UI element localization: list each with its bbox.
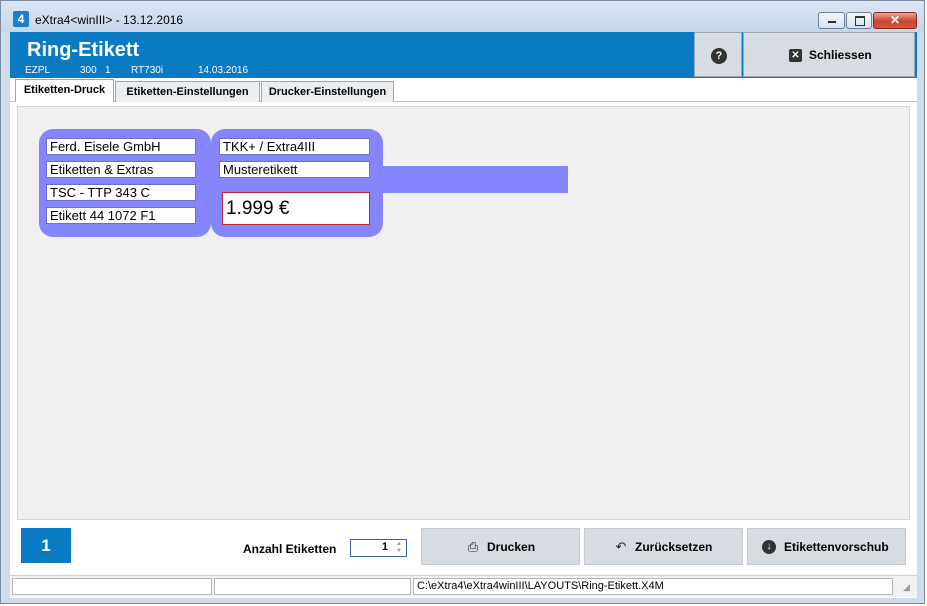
app-icon: 4 <box>13 11 29 27</box>
print-button-label: Drucken <box>487 540 536 554</box>
status-bar: C:\eXtra4\eXtra4winIII\LAYOUTS\Ring-Etik… <box>10 575 917 597</box>
help-button[interactable]: ? <box>694 32 742 77</box>
reset-button[interactable]: ↶ Zurücksetzen <box>584 528 743 565</box>
minimize-icon <box>828 21 836 23</box>
printer-language: EZPL <box>25 65 51 76</box>
print-button[interactable]: ⎙ Drucken <box>421 528 580 565</box>
client-area: Ring-Etikett EZPL 300 1 RT730i 14.03.201… <box>10 32 917 598</box>
close-icon: ✕ <box>889 13 901 27</box>
label-preview-panel: Ferd. Eisele GmbH Etiketten & Extras TSC… <box>17 106 910 520</box>
window-title: eXtra4<winIII> - 13.12.2016 <box>35 13 184 27</box>
close-button-label: Schliessen <box>809 48 872 62</box>
status-file-path: C:\eXtra4\eXtra4winIII\LAYOUTS\Ring-Etik… <box>413 578 893 595</box>
help-icon: ? <box>711 48 727 64</box>
tab-drucker-einstellungen[interactable]: Drucker-Einstellungen <box>261 81 394 102</box>
label-line-product[interactable]: TKK+ / Extra4III <box>219 138 370 155</box>
tab-etiketten-einstellungen[interactable]: Etiketten-Einstellungen <box>115 81 260 102</box>
label-count-value: 1 <box>381 541 388 553</box>
page-title: Ring-Etikett <box>27 39 140 61</box>
title-bar[interactable]: 4 eXtra4<winIII> - 13.12.2016 ✕ <box>1 1 924 32</box>
window-close-button[interactable]: ✕ <box>873 12 917 29</box>
printer-model: RT730i <box>131 65 164 76</box>
bottom-toolbar: 1 Anzahl Etiketten 1 ▲ ▼ ⎙ Drucken ↶ Zurü… <box>10 520 917 572</box>
maximize-icon <box>855 16 865 26</box>
label-count-stepper[interactable]: 1 ▲ ▼ <box>350 539 407 557</box>
label-feed-button[interactable]: ↓ Etikettenvorschub <box>747 528 906 565</box>
printer-dpi: 300 <box>80 65 97 76</box>
status-cell-1 <box>12 578 212 595</box>
label-line-sample[interactable]: Musteretikett <box>219 161 370 178</box>
label-count-label: Anzahl Etiketten <box>243 542 337 556</box>
label-connector-bar <box>368 166 568 193</box>
reset-button-label: Zurücksetzen <box>635 540 713 554</box>
maximize-button[interactable] <box>846 12 872 29</box>
tab-strip: Etiketten-Druck Etiketten-Einstellungen … <box>10 78 917 102</box>
printer-copies: 1 <box>105 65 111 76</box>
label-price-field[interactable]: 1.999 € <box>222 192 370 225</box>
stepper-arrows-icon[interactable]: ▲ ▼ <box>394 541 404 555</box>
minimize-button[interactable] <box>818 12 845 29</box>
arrow-down-circle-icon: ↓ <box>762 540 776 554</box>
close-icon: ✕ <box>789 49 802 62</box>
status-cell-2 <box>214 578 411 595</box>
label-feed-button-label: Etikettenvorschub <box>784 540 889 554</box>
page-number-tile: 1 <box>21 528 71 563</box>
header-bar: Ring-Etikett EZPL 300 1 RT730i 14.03.201… <box>10 32 917 78</box>
tab-etiketten-druck[interactable]: Etiketten-Druck <box>15 79 114 102</box>
label-line-etikett[interactable]: Etikett 44 1072 F1 <box>46 207 196 224</box>
close-button[interactable]: ✕ Schliessen <box>743 32 915 77</box>
label-line-printer[interactable]: TSC - TTP 343 C <box>46 184 196 201</box>
label-line-subtitle[interactable]: Etiketten & Extras <box>46 161 196 178</box>
app-window: 4 eXtra4<winIII> - 13.12.2016 ✕ Ring-Eti… <box>0 0 925 604</box>
printer-icon: ⎙ <box>467 539 479 554</box>
label-line-company[interactable]: Ferd. Eisele GmbH <box>46 138 196 155</box>
undo-icon: ↶ <box>615 539 627 554</box>
resize-grip-icon[interactable]: ◢ <box>903 581 915 593</box>
layout-date: 14.03.2016 <box>198 65 249 76</box>
